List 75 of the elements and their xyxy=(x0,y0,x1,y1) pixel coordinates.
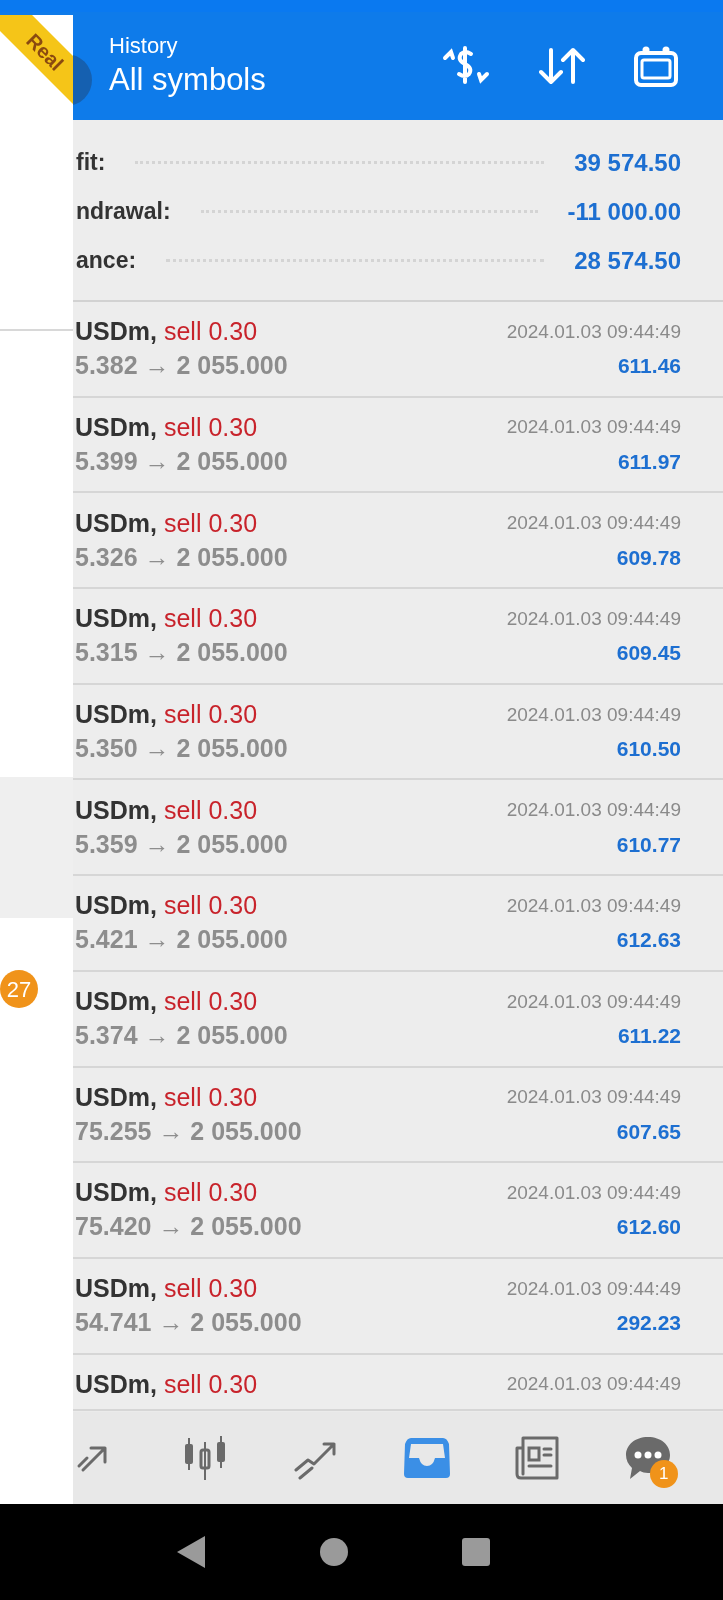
deal-profit: 292.23 xyxy=(616,1310,681,1337)
screen-title: All symbols xyxy=(108,61,266,99)
deal-prices: 5.326 → 2 055.000 xyxy=(75,541,288,573)
deal-time: 2024.01.03 09:44:49 xyxy=(506,511,681,536)
deal-profit: 610.77 xyxy=(616,831,681,858)
deal-side: sell 0.30 xyxy=(163,1368,258,1400)
newspaper-icon xyxy=(513,1434,562,1482)
deal-profit: 609.78 xyxy=(616,544,681,571)
sort-arrows-icon xyxy=(539,46,585,86)
deal-profit: 607.65 xyxy=(616,1118,681,1145)
deal-side: sell 0.30 xyxy=(163,316,258,348)
summary-label: fit: xyxy=(76,148,106,178)
summary-value: 28 574.50 xyxy=(574,245,681,276)
notification-badge: 1 xyxy=(649,1460,678,1488)
deal-symbol: USDm, xyxy=(75,699,157,730)
deal-side: sell 0.30 xyxy=(163,1177,258,1209)
deal-symbol: USDm, xyxy=(75,1368,157,1400)
deal-profit: 612.60 xyxy=(616,1214,681,1241)
deal-prices: 54.741 → 2 055.000 xyxy=(75,1307,302,1339)
back-icon[interactable] xyxy=(175,1534,207,1570)
deal-time: 2024.01.03 09:44:49 xyxy=(506,1180,681,1205)
deal-prices: 5.399 → 2 055.000 xyxy=(75,445,288,477)
home-icon[interactable] xyxy=(319,1537,349,1567)
screen-subtitle: History xyxy=(108,32,179,60)
deal-prices: 75.255 → 2 055.000 xyxy=(75,1115,302,1147)
deal-prices: 5.421 → 2 055.000 xyxy=(75,924,288,956)
deal-profit: 611.46 xyxy=(617,353,681,380)
deal-side: sell 0.30 xyxy=(163,699,258,730)
deal-profit: 609.45 xyxy=(616,640,681,667)
deal-time: 2024.01.03 09:44:49 xyxy=(506,319,681,344)
deal-side: sell 0.30 xyxy=(163,1081,258,1113)
deal-side: sell 0.30 xyxy=(163,1273,258,1305)
deal-prices: 5.350 → 2 055.000 xyxy=(75,733,288,764)
deal-symbol: USDm, xyxy=(75,603,157,635)
deal-symbol: USDm, xyxy=(75,1273,157,1305)
deal-side: sell 0.30 xyxy=(163,603,258,635)
deal-prices: 5.374 → 2 055.000 xyxy=(75,1020,288,1052)
deal-symbol: USDm, xyxy=(75,1081,157,1113)
deal-time: 2024.01.03 09:44:49 xyxy=(506,798,681,823)
deal-time: 2024.01.03 09:44:49 xyxy=(506,606,681,631)
summary-label: ndrawal: xyxy=(76,197,171,227)
summary-label: ance: xyxy=(76,246,137,276)
deal-symbol: USDm, xyxy=(75,507,157,539)
deal-symbol: USDm, xyxy=(75,986,157,1018)
count-badge: 27 xyxy=(0,970,38,1008)
deal-side: sell 0.30 xyxy=(163,507,258,539)
summary-value: 39 574.50 xyxy=(574,147,681,178)
recents-icon[interactable] xyxy=(461,1537,491,1567)
deal-profit: 611.97 xyxy=(617,448,681,475)
deal-prices: 5.359 → 2 055.000 xyxy=(75,828,288,860)
deal-symbol: USDm, xyxy=(75,890,157,922)
deal-side: sell 0.30 xyxy=(163,890,258,922)
deal-symbol: USDm, xyxy=(75,794,157,826)
deal-prices: 75.420 → 2 055.000 xyxy=(75,1211,302,1243)
deal-prices: 5.382 → 2 055.000 xyxy=(75,350,288,382)
deal-symbol: USDm, xyxy=(75,1177,157,1209)
deal-time: 2024.01.03 09:44:49 xyxy=(506,1372,681,1397)
inbox-tray-icon xyxy=(402,1436,451,1480)
deal-time: 2024.01.03 09:44:49 xyxy=(506,989,681,1014)
deal-profit: 610.50 xyxy=(616,736,681,762)
deal-time: 2024.01.03 09:44:49 xyxy=(506,1085,681,1110)
deal-time: 2024.01.03 09:44:49 xyxy=(506,1276,681,1301)
deal-profit: 612.63 xyxy=(616,927,681,954)
deal-side: sell 0.30 xyxy=(163,411,258,443)
deal-side: sell 0.30 xyxy=(163,986,258,1018)
deal-profit: 611.22 xyxy=(617,1023,681,1050)
deal-prices: 5.315 → 2 055.000 xyxy=(75,637,288,669)
deal-side: sell 0.30 xyxy=(163,794,258,826)
deal-time: 2024.01.03 09:44:49 xyxy=(506,893,681,918)
deal-symbol: USDm, xyxy=(75,411,157,443)
calendar-icon xyxy=(633,45,679,87)
deal-time: 2024.01.03 09:44:49 xyxy=(506,415,681,440)
deal-time: 2024.01.03 09:44:49 xyxy=(506,702,681,727)
summary-value: -11 000.00 xyxy=(567,196,681,227)
deal-symbol: USDm, xyxy=(75,316,157,348)
